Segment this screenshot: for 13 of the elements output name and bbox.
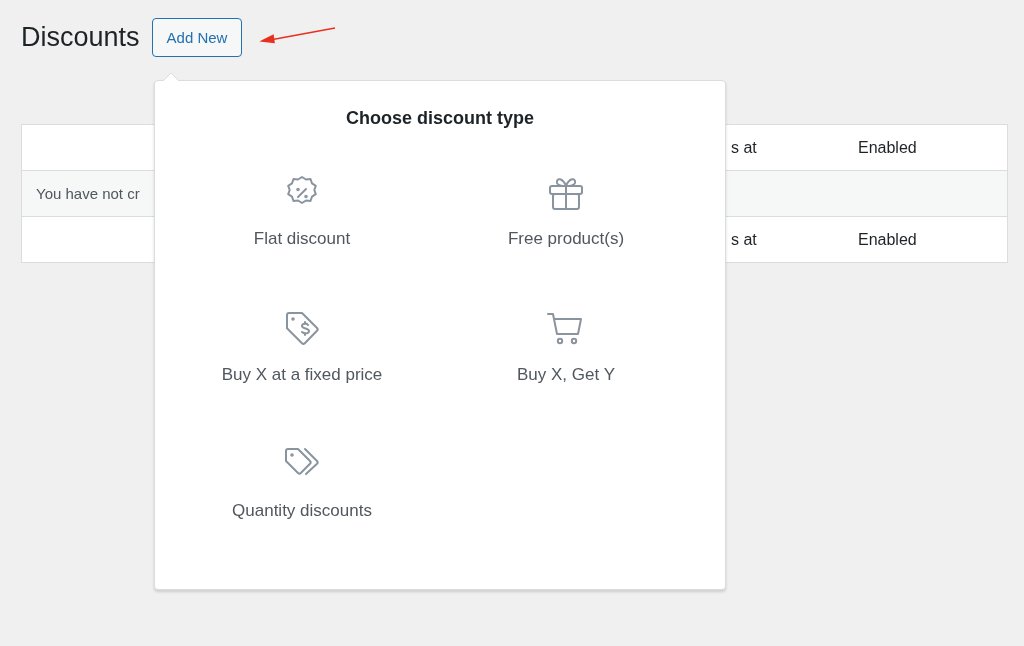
option-label[interactable]: Quantity discounts: [232, 501, 372, 521]
column-footer: Enabled: [858, 230, 1007, 249]
option-label[interactable]: Buy X at a fixed price: [221, 365, 383, 385]
column-header: s at: [731, 138, 758, 157]
column-footer: s at: [731, 230, 858, 249]
option-label[interactable]: Buy X, Get Y: [517, 365, 615, 385]
option-label[interactable]: Free product(s): [507, 229, 625, 249]
popover-title: Choose discount type: [345, 108, 535, 129]
page-title: Discounts: [21, 22, 140, 53]
empty-message: You have not cr: [36, 185, 140, 202]
column-header: Enabled: [858, 138, 918, 157]
add-new-button[interactable]: Add New: [151, 18, 243, 57]
option-label[interactable]: Flat discount: [253, 229, 351, 249]
